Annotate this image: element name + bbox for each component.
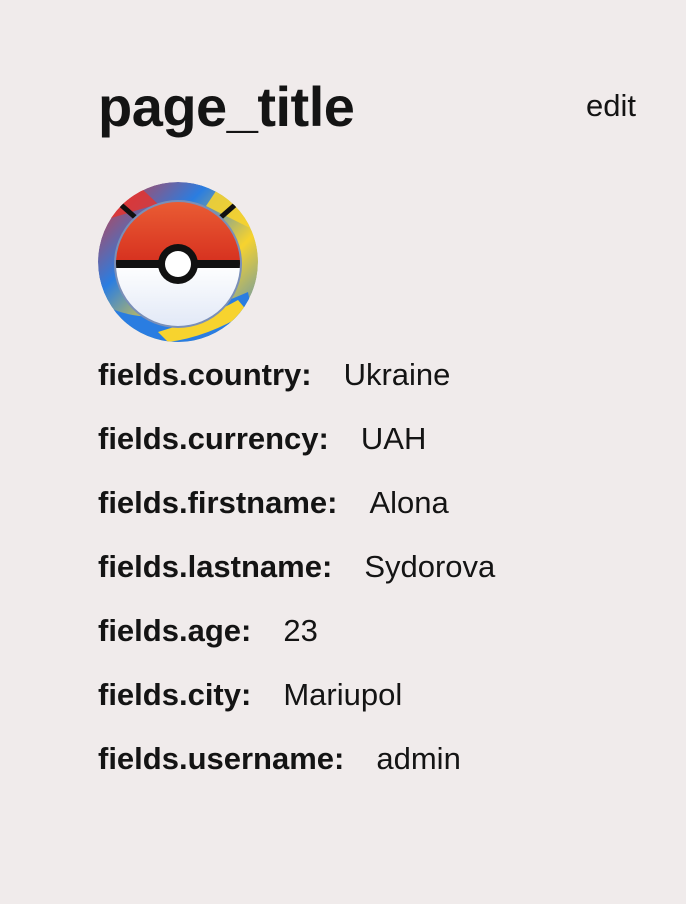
field-row-currency: fields.currency: UAH bbox=[98, 407, 658, 471]
field-value: Ukraine bbox=[343, 357, 451, 392]
field-row-lastname: fields.lastname: Sydorova bbox=[98, 535, 658, 599]
profile-page: page_title edit fields.country: Ukraine … bbox=[0, 0, 686, 904]
field-value: admin bbox=[376, 741, 461, 776]
page-title: page_title bbox=[98, 75, 355, 138]
field-row-country: fields.country: Ukraine bbox=[98, 343, 658, 407]
field-row-firstname: fields.firstname: Alona bbox=[98, 471, 658, 535]
edit-link[interactable]: edit bbox=[586, 86, 636, 126]
field-row-username: fields.username: admin bbox=[98, 727, 658, 791]
field-label: fields.lastname: bbox=[98, 549, 333, 584]
field-value: Mariupol bbox=[283, 677, 403, 712]
field-value: Sydorova bbox=[364, 549, 496, 584]
header: page_title edit bbox=[98, 74, 636, 140]
field-label: fields.currency: bbox=[98, 421, 329, 456]
field-value: UAH bbox=[360, 421, 427, 456]
field-value: Alona bbox=[369, 485, 449, 520]
field-label: fields.country: bbox=[98, 357, 312, 392]
field-row-age: fields.age: 23 bbox=[98, 599, 658, 663]
profile-fields: fields.country: Ukraine fields.currency:… bbox=[98, 343, 658, 791]
field-label: fields.city: bbox=[98, 677, 252, 712]
field-value: 23 bbox=[283, 613, 318, 648]
field-row-city: fields.city: Mariupol bbox=[98, 663, 658, 727]
field-label: fields.username: bbox=[98, 741, 345, 776]
avatar bbox=[98, 182, 258, 342]
field-label: fields.firstname: bbox=[98, 485, 338, 520]
field-label: fields.age: bbox=[98, 613, 252, 648]
pokeball-icon bbox=[98, 182, 258, 342]
